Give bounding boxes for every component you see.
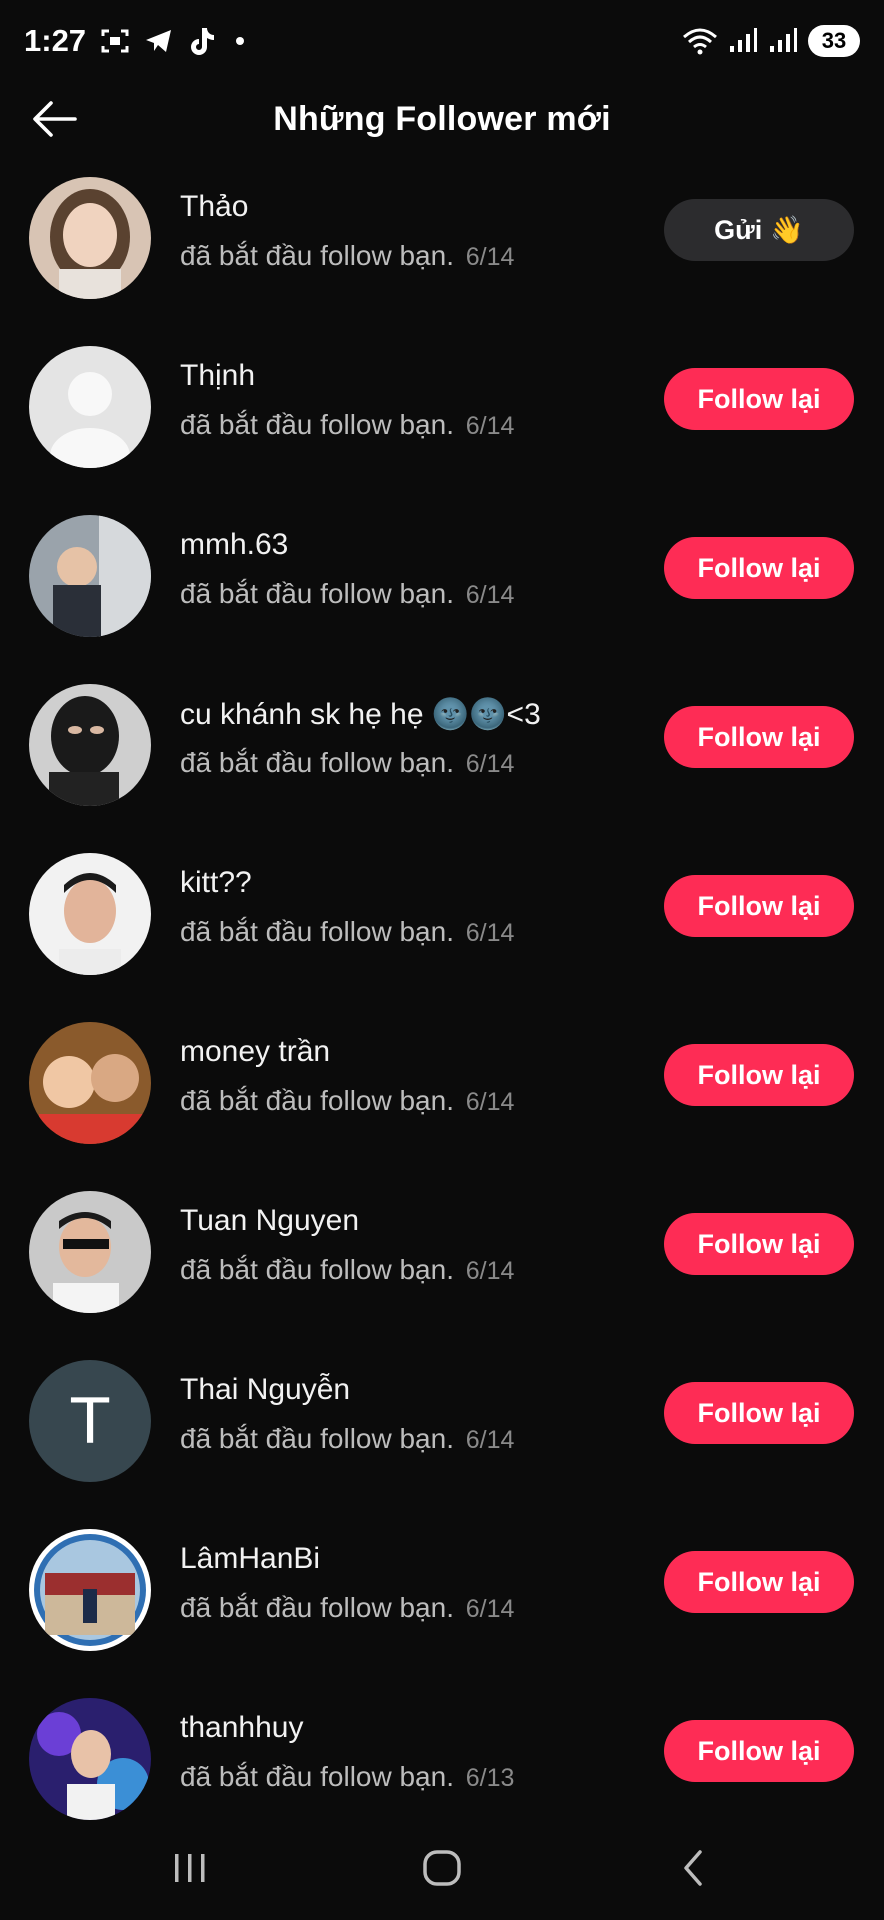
subtitle-text: đã bắt đầu follow bạn. <box>180 409 454 440</box>
follower-subtitle: đã bắt đầu follow bạn. 6/14 <box>180 240 514 272</box>
telegram-icon <box>144 27 174 55</box>
follower-subtitle: đã bắt đầu follow bạn. 6/13 <box>180 1761 514 1793</box>
follow-date: 6/14 <box>465 1595 515 1623</box>
avatar[interactable] <box>29 684 151 806</box>
subtitle-text: đã bắt đầu follow bạn. <box>180 1592 454 1623</box>
follow-date: 6/14 <box>465 243 515 271</box>
follow-date: 6/14 <box>465 412 515 440</box>
signal-icon-2 <box>768 28 798 54</box>
follower-subtitle: đã bắt đầu follow bạn. 6/14 <box>180 916 514 948</box>
follow-date: 6/14 <box>465 1257 515 1285</box>
follower-row[interactable]: cu khánh sk hẹ hẹ 🌚🌚<3 đã bắt đầu follow… <box>0 667 884 836</box>
follower-subtitle: đã bắt đầu follow bạn. 6/14 <box>180 1085 514 1117</box>
follower-row[interactable]: T Thai Nguyễn đã bắt đầu follow bạn. 6/1… <box>0 1343 884 1512</box>
follower-subtitle: đã bắt đầu follow bạn. 6/14 <box>180 1423 514 1455</box>
follower-name[interactable]: money trần <box>180 1035 330 1069</box>
subtitle-text: đã bắt đầu follow bạn. <box>180 1423 454 1454</box>
follower-subtitle: đã bắt đầu follow bạn. 6/14 <box>180 409 514 441</box>
home-button[interactable] <box>412 1848 472 1892</box>
status-right: 33 <box>682 25 860 57</box>
subtitle-text: đã bắt đầu follow bạn. <box>180 240 454 271</box>
battery-indicator: 33 <box>808 25 860 57</box>
follower-row[interactable]: mmh.63 đã bắt đầu follow bạn. 6/14 Follo… <box>0 498 884 667</box>
follow-back-button[interactable]: Follow lại <box>664 1044 854 1106</box>
follower-row[interactable]: Thảo đã bắt đầu follow bạn. 6/14 Gửi 👋 <box>0 160 884 329</box>
avatar[interactable] <box>29 1022 151 1144</box>
wifi-icon <box>682 27 718 55</box>
send-wave-button[interactable]: Gửi 👋 <box>664 199 854 261</box>
tiktok-icon <box>188 26 216 56</box>
follow-back-button[interactable]: Follow lại <box>664 875 854 937</box>
follower-row[interactable]: kitt?? đã bắt đầu follow bạn. 6/14 Follo… <box>0 836 884 1005</box>
subtitle-text: đã bắt đầu follow bạn. <box>180 578 454 609</box>
avatar[interactable] <box>29 1529 151 1651</box>
home-icon <box>422 1849 462 1892</box>
avatar-letter: T <box>29 1360 151 1482</box>
avatar[interactable] <box>29 853 151 975</box>
header: Những Follower mới <box>0 82 884 160</box>
avatar[interactable]: T <box>29 1360 151 1482</box>
subtitle-text: đã bắt đầu follow bạn. <box>180 1761 454 1792</box>
follower-name[interactable]: kitt?? <box>180 866 252 900</box>
follower-name[interactable]: Thịnh <box>180 359 255 393</box>
follow-back-button[interactable]: Follow lại <box>664 1213 854 1275</box>
follow-back-button[interactable]: Follow lại <box>664 1551 854 1613</box>
system-nav-bar <box>0 1820 884 1920</box>
recent-apps-button[interactable] <box>160 1848 220 1892</box>
recent-apps-icon <box>170 1851 210 1890</box>
follower-name[interactable]: mmh.63 <box>180 528 288 562</box>
follow-date: 6/13 <box>465 1764 515 1792</box>
screenshot-icon <box>100 27 130 55</box>
follower-subtitle: đã bắt đầu follow bạn. 6/14 <box>180 1254 514 1286</box>
follow-date: 6/14 <box>465 919 515 947</box>
follower-row[interactable]: LâmHanBi đã bắt đầu follow bạn. 6/14 Fol… <box>0 1512 884 1681</box>
avatar[interactable] <box>29 177 151 299</box>
status-left: 1:27 <box>24 23 245 59</box>
signal-icon <box>728 28 758 54</box>
follow-date: 6/14 <box>465 581 515 609</box>
nav-back-button[interactable] <box>663 1848 723 1892</box>
follower-subtitle: đã bắt đầu follow bạn. 6/14 <box>180 578 514 610</box>
follow-back-button[interactable]: Follow lại <box>664 1720 854 1782</box>
follower-subtitle: đã bắt đầu follow bạn. 6/14 <box>180 1592 514 1624</box>
subtitle-text: đã bắt đầu follow bạn. <box>180 1254 454 1285</box>
notification-dot <box>236 37 245 45</box>
follow-back-button[interactable]: Follow lại <box>664 706 854 768</box>
subtitle-text: đã bắt đầu follow bạn. <box>180 747 454 778</box>
follower-name[interactable]: Thai Nguyễn <box>180 1373 350 1407</box>
follower-name[interactable]: Thảo <box>180 190 248 224</box>
status-time: 1:27 <box>24 23 87 58</box>
follower-row[interactable]: Tuan Nguyen đã bắt đầu follow bạn. 6/14 … <box>0 1174 884 1343</box>
status-bar: 1:27 33 <box>0 0 884 82</box>
follow-date: 6/14 <box>465 1426 515 1454</box>
follow-back-button[interactable]: Follow lại <box>664 537 854 599</box>
follower-name[interactable]: LâmHanBi <box>180 1542 320 1576</box>
follow-back-button[interactable]: Follow lại <box>664 1382 854 1444</box>
page-title: Những Follower mới <box>273 100 611 138</box>
back-icon <box>678 1848 708 1893</box>
follow-date: 6/14 <box>465 1088 515 1116</box>
avatar[interactable] <box>29 1698 151 1820</box>
subtitle-text: đã bắt đầu follow bạn. <box>180 1085 454 1116</box>
follow-back-button[interactable]: Follow lại <box>664 368 854 430</box>
follower-row[interactable]: money trần đã bắt đầu follow bạn. 6/14 F… <box>0 1005 884 1174</box>
follower-subtitle: đã bắt đầu follow bạn. 6/14 <box>180 747 514 779</box>
follower-name[interactable]: Tuan Nguyen <box>180 1204 359 1238</box>
send-button-label: Gửi <box>714 214 763 245</box>
follower-name[interactable]: cu khánh sk hẹ hẹ 🌚🌚<3 <box>180 697 541 732</box>
wave-emoji-icon: 👋 <box>770 215 804 245</box>
avatar[interactable] <box>29 346 151 468</box>
avatar[interactable] <box>29 515 151 637</box>
follower-row[interactable]: Thịnh đã bắt đầu follow bạn. 6/14 Follow… <box>0 329 884 498</box>
follow-date: 6/14 <box>465 750 515 778</box>
subtitle-text: đã bắt đầu follow bạn. <box>180 916 454 947</box>
follower-name[interactable]: thanhhuy <box>180 1711 303 1745</box>
avatar[interactable] <box>29 1191 151 1313</box>
